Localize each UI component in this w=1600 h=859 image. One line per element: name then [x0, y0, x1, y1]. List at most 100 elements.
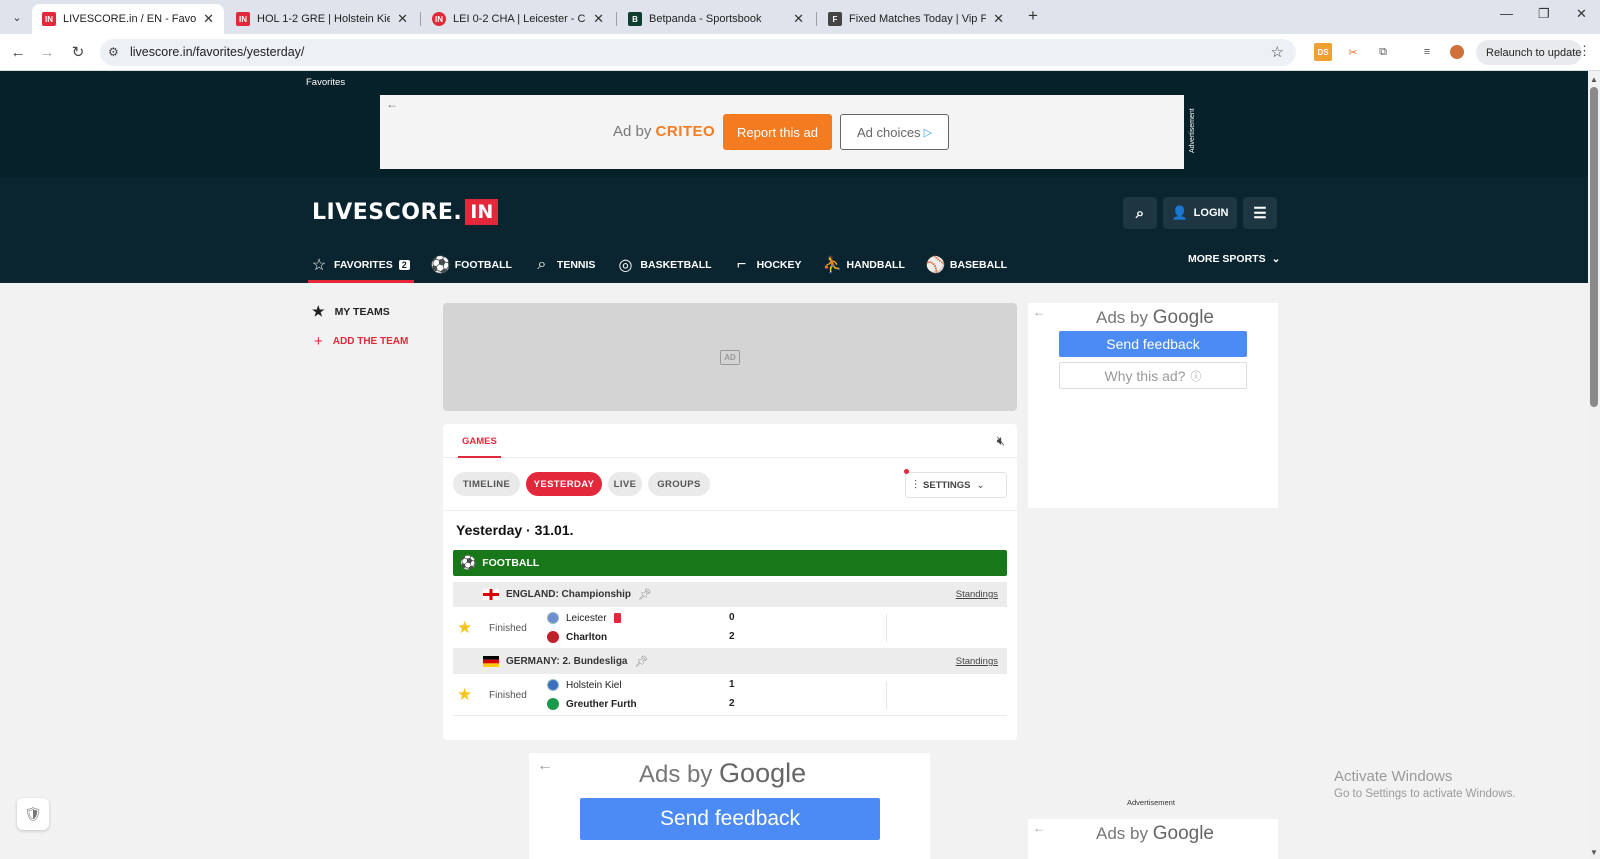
plus-icon: +	[314, 333, 323, 350]
filter-live[interactable]: LIVE	[608, 472, 642, 496]
pin-icon[interactable]: 📌︎	[635, 655, 649, 668]
why-this-ad-button[interactable]: Why this ad? ⓘ	[1059, 362, 1247, 389]
home-team: Leicester	[547, 612, 621, 624]
new-tab-icon[interactable]: +	[1028, 6, 1038, 26]
day-heading: Yesterday · 31.01.	[456, 522, 574, 538]
browser-tab-4[interactable]: B Betpanda - Sportsbook ✕	[618, 4, 814, 34]
germany-flag-icon	[483, 656, 499, 667]
league-header[interactable]: ENGLAND: Championship 📌︎ Standings	[453, 582, 1007, 607]
close-tab-icon[interactable]: ✕	[793, 11, 804, 27]
match-row[interactable]: ★ Finished Leicester Charlton 0 2	[453, 607, 1007, 649]
favorite-star-icon[interactable]: ★	[457, 685, 472, 705]
send-feedback-button[interactable]: Send feedback	[580, 798, 880, 840]
close-tab-icon[interactable]: ✕	[203, 11, 214, 27]
ads-by-google: Ads by Google	[639, 758, 807, 788]
sliders-icon: ⫶	[914, 477, 918, 492]
site-info-icon[interactable]: ⚙	[108, 45, 119, 59]
chevron-down-icon: ⌄	[976, 479, 985, 491]
scrollbar-thumb	[1590, 87, 1598, 407]
bookmark-star-icon[interactable]: ☆	[1271, 43, 1284, 61]
nav-hockey[interactable]: ⌐ HOCKEY	[733, 247, 802, 277]
tab-games[interactable]: GAMES	[458, 436, 501, 458]
tab-title: Betpanda - Sportsbook	[649, 13, 762, 25]
extension-icon[interactable]: ✂	[1344, 43, 1362, 61]
match-status: Finished	[489, 690, 527, 701]
reload-icon[interactable]: ↻	[68, 42, 88, 62]
ad-back-icon[interactable]: ←	[1033, 821, 1045, 835]
filter-timeline[interactable]: TIMELINE	[453, 472, 520, 496]
restore-icon[interactable]: ❐	[1538, 6, 1550, 22]
top-ad-banner: Favorites ← Ad by CRITEO Report this ad …	[0, 71, 1588, 177]
star-filled-icon: ★	[312, 303, 325, 319]
browser-menu-icon[interactable]: ⋮	[1578, 43, 1591, 59]
away-score: 2	[729, 698, 735, 709]
back-icon[interactable]: ←	[8, 42, 28, 62]
filter-yesterday[interactable]: YESTERDAY	[526, 472, 602, 496]
forward-icon[interactable]: →	[37, 42, 57, 62]
ad-choices-button[interactable]: Ad choices ▷	[840, 114, 949, 150]
nav-favorites[interactable]: ☆ FAVORITES 2	[308, 247, 414, 283]
url-text[interactable]: livescore.in/favorites/yesterday/	[130, 45, 304, 59]
ad-back-icon[interactable]: ←	[537, 757, 553, 775]
home-score: 1	[729, 679, 735, 690]
league-header[interactable]: GERMANY: 2. Bundesliga 📌︎ Standings	[453, 649, 1007, 674]
nav-baseball[interactable]: ⚾ BASEBALL	[926, 247, 1007, 277]
browser-tab-2[interactable]: IN HOL 1-2 GRE | Holstein Kiel - Gr ✕	[226, 4, 418, 34]
nav-football[interactable]: ⚽ FOOTBALL	[431, 247, 512, 277]
extension-ds-icon[interactable]: DS	[1314, 43, 1332, 61]
settings-button[interactable]: ⫶ SETTINGS ⌄	[904, 469, 1007, 498]
basketball-icon: ◎	[618, 256, 633, 274]
minimize-icon[interactable]: —	[1500, 6, 1513, 21]
send-feedback-button[interactable]: Send feedback	[1059, 331, 1247, 357]
sidebar-add-team[interactable]: + ADD THE TEAM	[314, 333, 408, 350]
more-sports-dropdown[interactable]: MORE SPORTS ⌄	[1188, 253, 1280, 265]
standings-link[interactable]: Standings	[956, 656, 998, 667]
filter-groups[interactable]: GROUPS	[648, 472, 710, 496]
nav-basketball[interactable]: ◎ BASKETBALL	[616, 247, 711, 277]
address-bar[interactable]: ⚙ livescore.in/favorites/yesterday/ ☆	[100, 39, 1296, 66]
search-button[interactable]: ⌕	[1123, 197, 1157, 229]
login-button[interactable]: 👤 LOGIN	[1163, 197, 1237, 229]
ads-by-google: Ads by Google	[1096, 307, 1214, 328]
favorites-count-badge: 2	[398, 259, 410, 270]
media-control-icon[interactable]: ≡	[1418, 43, 1436, 61]
ad-back-icon[interactable]: ←	[1033, 305, 1045, 319]
red-card-icon	[613, 613, 621, 623]
report-ad-button[interactable]: Report this ad	[723, 114, 832, 150]
tab-search-dropdown[interactable]: ⌄	[6, 6, 28, 28]
site-header: LIVESCORE. IN ⌕ 👤 LOGIN ☰ ☆ FAVORITES 2 …	[0, 177, 1588, 283]
nav-handball[interactable]: ⛹ HANDBALL	[823, 247, 905, 277]
extensions-puzzle-icon[interactable]: ⧉	[1374, 43, 1392, 61]
hockey-icon: ⌐	[736, 255, 747, 273]
profile-avatar-icon[interactable]	[1448, 43, 1466, 61]
browser-tab-1[interactable]: IN LIVESCORE.in / EN - Favorites ✕	[32, 4, 224, 34]
close-tab-icon[interactable]: ✕	[993, 11, 1004, 27]
favorite-star-icon[interactable]: ★	[457, 618, 472, 638]
handball-icon: ⛹	[822, 256, 843, 274]
privacy-shield-button[interactable]: 🛡︎	[17, 798, 49, 830]
close-tab-icon[interactable]: ✕	[593, 11, 604, 27]
sound-muted-icon[interactable]: 🔇︎	[997, 433, 1005, 449]
ad-back-icon[interactable]: ←	[386, 97, 398, 111]
relaunch-button[interactable]: Relaunch to update	[1476, 40, 1582, 65]
browser-tab-3[interactable]: IN LEI 0-2 CHA | Leicester - Charlto ✕	[422, 4, 614, 34]
close-tab-icon[interactable]: ✕	[397, 11, 408, 27]
menu-button[interactable]: ☰	[1243, 197, 1277, 229]
activate-windows-watermark: Activate Windows Go to Settings to activ…	[1334, 768, 1516, 800]
page-scrollbar[interactable]: ▲ ▼	[1588, 71, 1600, 859]
nav-tennis[interactable]: ⌕ TENNIS	[533, 247, 595, 277]
pin-icon[interactable]: 📌︎	[638, 588, 652, 601]
browser-tab-bar: ⌄ IN LIVESCORE.in / EN - Favorites ✕ IN …	[0, 0, 1600, 34]
games-panel: GAMES 🔇︎ TIMELINE YESTERDAY LIVE GROUPS …	[443, 424, 1017, 740]
browser-tab-5[interactable]: F Fixed Matches Today | Vip Fixed ✕	[818, 4, 1014, 34]
google-ad-bottom: ← Ads by Google Send feedback	[529, 753, 930, 859]
standings-link[interactable]: Standings	[956, 589, 998, 600]
user-icon: 👤	[1171, 205, 1188, 220]
livescore-logo[interactable]: LIVESCORE. IN	[312, 199, 499, 225]
close-window-icon[interactable]: ✕	[1576, 6, 1587, 22]
match-row[interactable]: ★ Finished Holstein Kiel Greuther Furth …	[453, 674, 1007, 716]
google-ad-bottom-right: ← Ads by Google	[1028, 819, 1278, 859]
sidebar-my-teams[interactable]: ★ MY TEAMS	[312, 303, 390, 320]
home-score: 0	[729, 612, 735, 623]
home-team: Holstein Kiel	[547, 679, 622, 691]
